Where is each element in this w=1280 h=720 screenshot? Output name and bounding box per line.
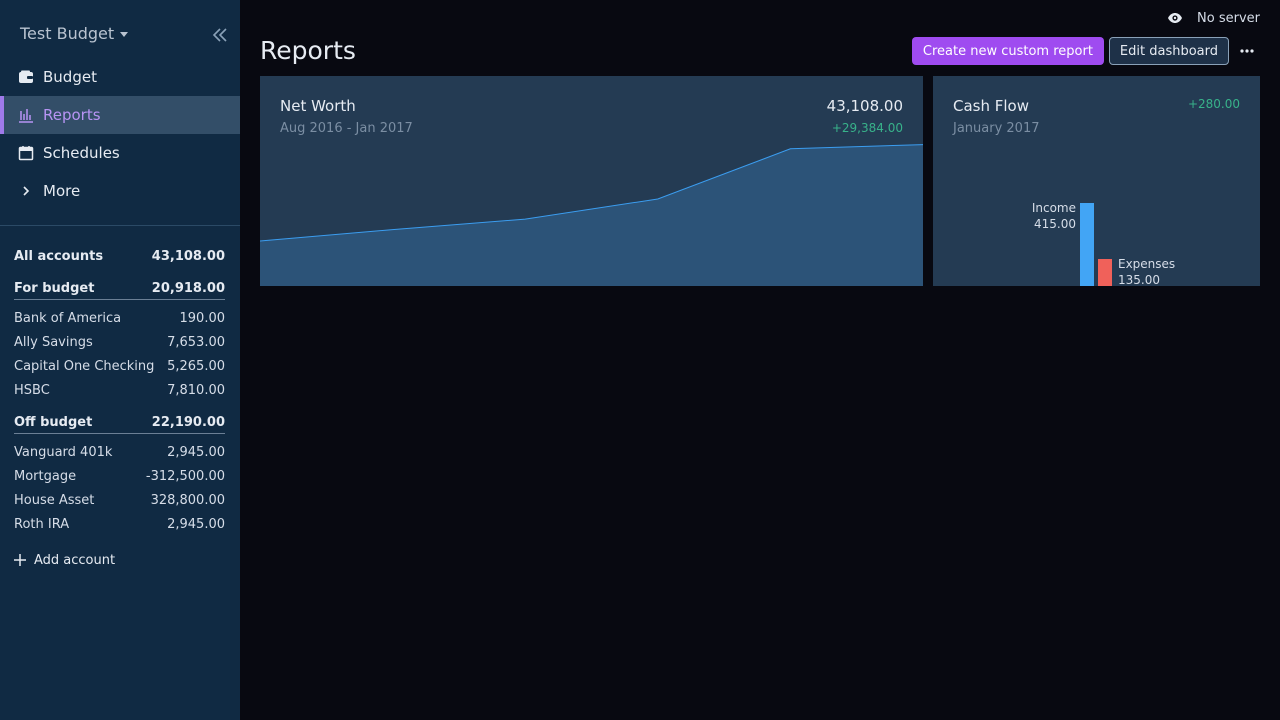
caret-down-icon [120,32,129,37]
budget-name-menu[interactable]: Test Budget [20,24,129,43]
sidebar-item-label: Schedules [43,144,120,162]
wallet-icon [18,69,34,85]
double-chevron-left-icon [212,28,227,42]
group-name: Off budget [14,415,93,430]
plus-icon [14,554,26,566]
account-row[interactable]: Ally Savings 7,653.00 [14,330,225,354]
chevron-right-icon [18,183,34,199]
create-custom-report-button[interactable]: Create new custom report [911,37,1104,65]
net-worth-change: +29,384.00 [831,121,903,135]
card-date-range: Aug 2016 - Jan 2017 [280,121,413,136]
account-row[interactable]: Mortgage -312,500.00 [14,464,225,488]
all-accounts-row[interactable]: All accounts 43,108.00 [14,244,225,268]
eye-icon [1168,13,1183,23]
expenses-label: Expenses 135.00 [1118,256,1175,286]
net-worth-card[interactable]: Net Worth Aug 2016 - Jan 2017 43,108.00 … [260,76,923,286]
budget-name: Test Budget [20,24,115,43]
account-balance: 7,653.00 [167,334,225,350]
account-name: Ally Savings [14,334,93,350]
calendar-icon [18,145,34,161]
account-balance: 7,810.00 [167,382,225,398]
sidebar: Test Budget Budget Reports Schedules Mor… [0,0,240,720]
account-row[interactable]: House Asset 328,800.00 [14,488,225,512]
income-value: 415.00 [1034,217,1076,231]
sidebar-item-more[interactable]: More [0,172,240,210]
account-name: All accounts [14,248,104,264]
income-bar [1080,203,1094,286]
sidebar-item-label: Budget [43,68,97,86]
off-budget-group[interactable]: Off budget 22,190.00 [14,412,225,434]
sidebar-item-label: Reports [43,106,101,124]
expenses-label-text: Expenses [1118,257,1176,271]
header-actions: Create new custom report Edit dashboard [911,37,1260,65]
collapse-sidebar-button[interactable] [210,25,230,45]
cash-flow-card[interactable]: Cash Flow January 2017 +280.00 Income 41… [933,76,1260,286]
group-balance: 22,190.00 [151,415,225,430]
privacy-toggle[interactable] [1167,10,1183,26]
account-balance: 190.00 [179,310,226,326]
account-row[interactable]: Vanguard 401k 2,945.00 [14,440,225,464]
bar-chart-icon [18,107,34,123]
account-row[interactable]: Roth IRA 2,945.00 [14,512,225,536]
cash-flow-change: +280.00 [1187,97,1240,111]
account-name: HSBC [14,382,50,398]
server-status[interactable]: No server [1197,11,1260,26]
expenses-value: 135.00 [1118,273,1160,286]
accounts-list: All accounts 43,108.00 For budget 20,918… [14,244,225,572]
add-account-button[interactable]: Add account [14,548,225,572]
account-name: Roth IRA [14,516,70,532]
sidebar-divider [0,225,240,226]
account-balance: 2,945.00 [167,444,225,460]
for-budget-group[interactable]: For budget 20,918.00 [14,278,225,300]
income-label-text: Income [1031,201,1076,215]
net-worth-area [260,144,923,286]
more-options-button[interactable] [1234,37,1260,65]
account-name: Vanguard 401k [14,444,113,460]
account-row[interactable]: Bank of America 190.00 [14,306,225,330]
sidebar-item-reports[interactable]: Reports [0,96,240,134]
account-balance: 5,265.00 [167,358,225,374]
account-balance: 328,800.00 [150,492,225,508]
sidebar-nav: Budget Reports Schedules More [0,58,240,210]
card-date-range: January 2017 [953,121,1040,136]
page-title: Reports [260,36,356,65]
sidebar-item-schedules[interactable]: Schedules [0,134,240,172]
account-balance: 2,945.00 [167,516,225,532]
account-balance: -312,500.00 [145,468,225,484]
net-worth-value: 43,108.00 [826,97,903,115]
account-name: Capital One Checking [14,358,155,374]
group-balance: 20,918.00 [151,281,225,296]
net-worth-chart [260,144,923,286]
ellipsis-icon [1240,49,1254,53]
card-title: Cash Flow [953,97,1029,115]
account-name: House Asset [14,492,95,508]
account-row[interactable]: HSBC 7,810.00 [14,378,225,402]
account-name: Mortgage [14,468,77,484]
group-name: For budget [14,281,95,296]
expenses-bar [1098,259,1112,286]
top-bar: No server [1167,10,1260,26]
add-account-label: Add account [34,552,116,568]
sidebar-item-label: More [43,182,81,200]
edit-dashboard-button[interactable]: Edit dashboard [1108,37,1229,65]
income-label: Income 415.00 [1032,200,1076,232]
account-name: Bank of America [14,310,122,326]
account-balance: 43,108.00 [151,248,225,264]
account-row[interactable]: Capital One Checking 5,265.00 [14,354,225,378]
card-title: Net Worth [280,97,356,115]
sidebar-item-budget[interactable]: Budget [0,58,240,96]
